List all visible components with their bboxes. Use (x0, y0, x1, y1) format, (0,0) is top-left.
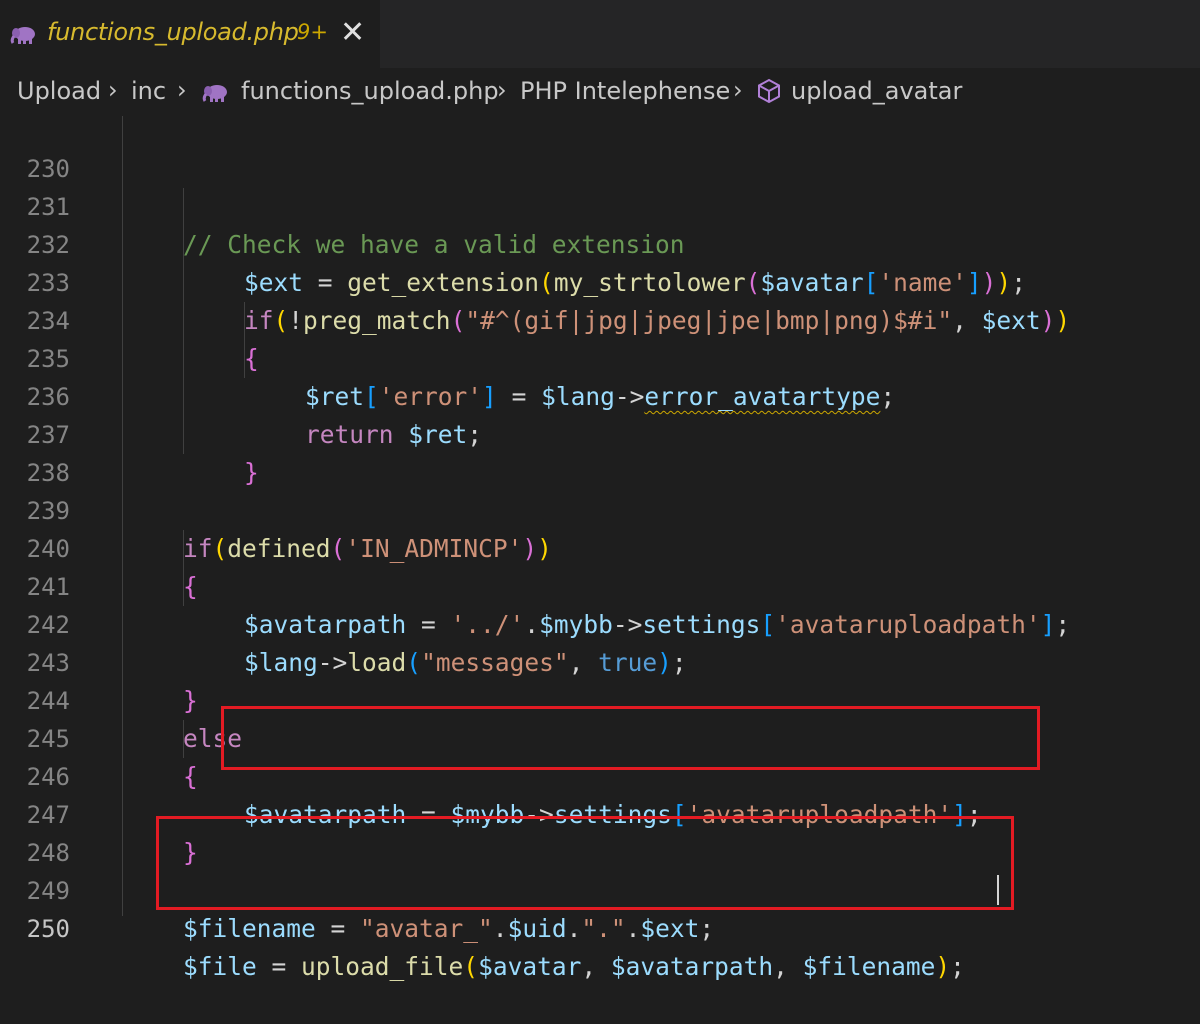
highlight-box-upload (156, 816, 1014, 910)
breadcrumb: Upload › inc › functions_upload.php › PH… (0, 68, 1200, 116)
breadcrumb-separator-icon: › (177, 76, 187, 104)
code-line: 231 // Check we have a valid extension (0, 150, 1200, 259)
code-line: 244 else (0, 644, 1200, 753)
code-editor[interactable]: 230 231 // Check we have a valid extensi… (0, 116, 1200, 981)
tab-filename: functions_upload.php (47, 18, 299, 46)
code-line: 239 if(defined('IN_ADMINCP')) (0, 454, 1200, 563)
breadcrumb-item-upload[interactable]: Upload (17, 77, 101, 105)
breadcrumb-item-file[interactable]: functions_upload.php (241, 77, 499, 105)
code-line: 241 $avatarpath = '../'.$mybb->settings[… (0, 530, 1200, 639)
breadcrumb-item-inc[interactable]: inc (131, 77, 166, 105)
tab-bar: functions_upload.php 9+ ✕ (0, 0, 1200, 68)
code-line: 238 (0, 416, 1200, 487)
highlight-box-avatarpath (221, 706, 1040, 770)
breadcrumb-item-symbol[interactable]: upload_avatar (791, 77, 962, 105)
code-line: 235 $ret['error'] = $lang->error_avatart… (0, 302, 1200, 411)
code-line: 240 { (0, 492, 1200, 601)
code-line: 230 (0, 112, 1200, 183)
breadcrumb-item-intelephense[interactable]: PHP Intelephense (520, 77, 730, 105)
code-line: 242 $lang->load("messages", true); (0, 568, 1200, 677)
editor-tab-functions-upload[interactable]: functions_upload.php 9+ ✕ (0, 0, 380, 68)
close-icon[interactable]: ✕ (340, 15, 365, 51)
code-line: 236 return $ret; (0, 340, 1200, 449)
code-text: $file = upload_file($avatar, $avatarpath… (183, 952, 965, 981)
code-line: 233 if(!preg_match("#^(gif|jpg|jpeg|jpe|… (0, 226, 1200, 335)
code-line: 232 $ext = get_extension(my_strtolower($… (0, 188, 1200, 297)
php-elephant-icon (10, 25, 38, 49)
breadcrumb-separator-icon: › (497, 76, 507, 104)
code-line: 243 } (0, 606, 1200, 715)
code-line: 234 { (0, 264, 1200, 373)
php-elephant-icon (202, 81, 230, 109)
problems-badge: 9+ (297, 20, 328, 44)
code-line: 237 } (0, 378, 1200, 487)
breadcrumb-separator-icon: › (733, 76, 743, 104)
method-cube-icon (756, 78, 782, 110)
breadcrumb-separator-icon: › (108, 76, 118, 104)
